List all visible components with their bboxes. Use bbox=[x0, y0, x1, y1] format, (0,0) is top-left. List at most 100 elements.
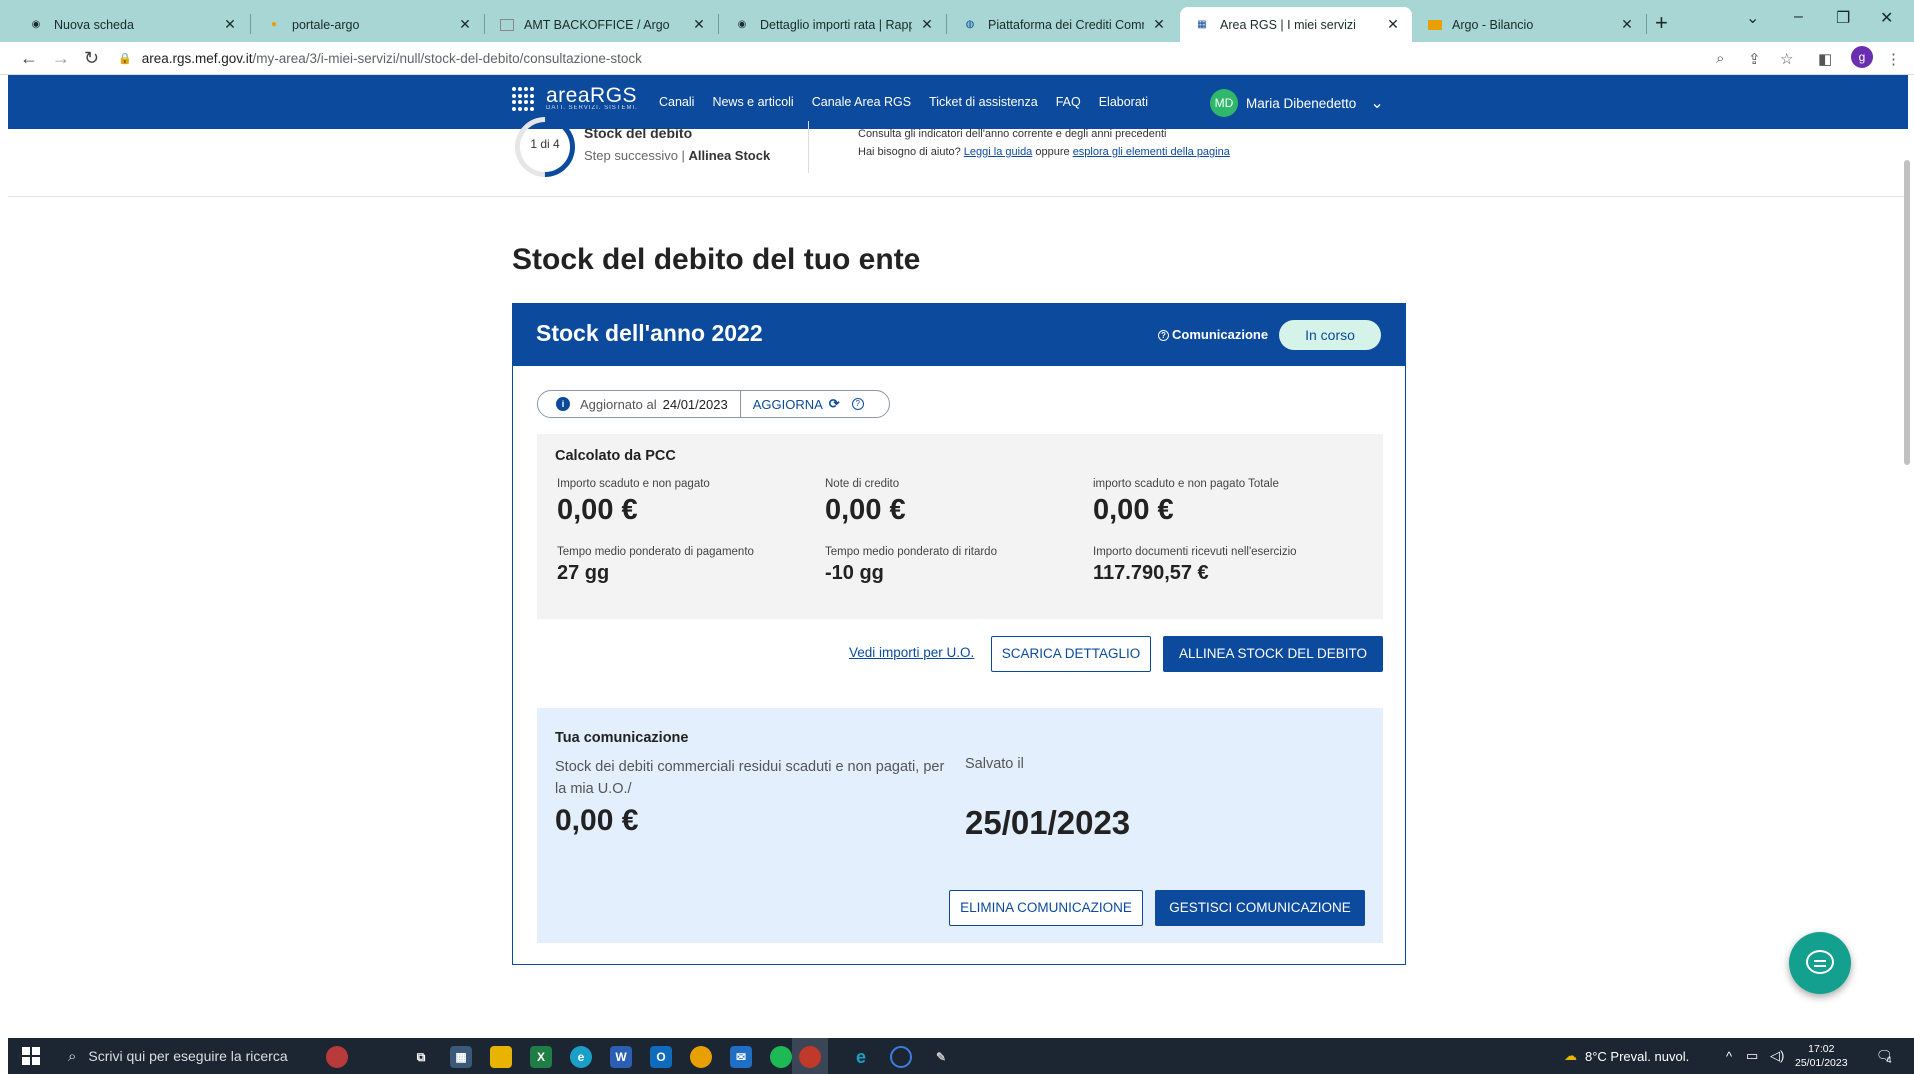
url-field[interactable]: 🔒 area.rgs.mef.gov.it/my-area/3/i-miei-s… bbox=[118, 42, 642, 75]
profile-avatar[interactable]: g bbox=[1851, 46, 1873, 68]
menu-item-news[interactable]: News e articoli bbox=[712, 95, 793, 109]
browser-tab[interactable]: ◉ Nuova scheda ✕ bbox=[14, 7, 249, 42]
metric-tempo-pagamento: Tempo medio ponderato di pagamento 27 gg bbox=[557, 546, 754, 584]
windows-start-icon[interactable] bbox=[22, 1047, 40, 1065]
spotify-icon[interactable] bbox=[770, 1046, 792, 1068]
chat-button[interactable] bbox=[1789, 932, 1851, 994]
arearg-logo[interactable]: areaRGS DATI. SERVIZI. SISTEMI. bbox=[512, 84, 638, 111]
close-icon[interactable]: ✕ bbox=[1618, 16, 1636, 33]
updated-date: 24/01/2023 bbox=[662, 396, 728, 412]
browser-tab[interactable]: AMT BACKOFFICE / Argo ✕ bbox=[486, 7, 718, 42]
tab-title: Argo - Bilancio bbox=[1452, 17, 1534, 32]
taskbar-clock[interactable]: 17:02 25/01/2023 bbox=[1795, 1042, 1848, 1070]
windows-taskbar: ⌕ Scrivi qui per eseguire la ricerca ⧉ ▦… bbox=[8, 1038, 1914, 1074]
close-window-button[interactable]: ✕ bbox=[1880, 8, 1893, 28]
notifications-icon[interactable]: 🗨 4 bbox=[1876, 1038, 1893, 1074]
comunicazione-description: Stock dei debiti commerciali residui sca… bbox=[555, 759, 945, 797]
user-menu[interactable]: MD Maria Dibenedetto ⌄ bbox=[1210, 89, 1384, 117]
chrome-icon[interactable] bbox=[690, 1046, 712, 1068]
comunicazione-status-label[interactable]: ? Comunicazione bbox=[1158, 327, 1268, 342]
restore-button[interactable]: ❐ bbox=[1836, 8, 1850, 28]
excel-icon[interactable]: X bbox=[530, 1046, 552, 1068]
tab-title: Piattaforma dei Crediti Commerc bbox=[988, 17, 1144, 32]
menu-item-elaborati[interactable]: Elaborati bbox=[1099, 95, 1148, 109]
weather-widget[interactable]: ☁ 8°C Preval. nuvol. bbox=[1564, 1038, 1689, 1074]
zoom-icon[interactable]: ⌕ bbox=[1716, 50, 1724, 67]
menu-item-faq[interactable]: FAQ bbox=[1056, 95, 1081, 109]
align-stock-button[interactable]: ALLINEA STOCK DEL DEBITO bbox=[1163, 636, 1383, 672]
refresh-icon[interactable]: ⟳ bbox=[829, 396, 840, 412]
menu-dots-icon[interactable]: ⋮ bbox=[1886, 50, 1901, 68]
forward-arrow-icon[interactable]: → bbox=[52, 48, 70, 69]
tab-title: Nuova scheda bbox=[54, 17, 134, 32]
metric-documenti-ricevuti: Importo documenti ricevuti nell'esercizi… bbox=[1093, 546, 1297, 584]
search-icon: ⌕ bbox=[68, 1047, 77, 1065]
browser-tab-active[interactable]: ▦ Area RGS | I miei servizi ✕ bbox=[1180, 7, 1412, 42]
word-icon[interactable]: W bbox=[610, 1046, 632, 1068]
site-header: areaRGS DATI. SERVIZI. SISTEMI. Canali N… bbox=[8, 75, 1908, 129]
main-menu: Canali News e articoli Canale Area RGS T… bbox=[659, 75, 1166, 129]
manage-comunicazione-button[interactable]: GESTISCI COMUNICAZIONE bbox=[1155, 890, 1365, 926]
mail-icon[interactable]: ✉ bbox=[730, 1046, 752, 1068]
logo-text: areaRGS bbox=[546, 84, 638, 107]
menu-item-ticket[interactable]: Ticket di assistenza bbox=[929, 95, 1038, 109]
back-arrow-icon[interactable]: ← bbox=[20, 48, 38, 69]
step-info: Consulta gli indicatori dell'anno corren… bbox=[858, 125, 1230, 161]
new-tab-button[interactable]: + bbox=[1655, 10, 1668, 36]
search-highlight-icon[interactable] bbox=[326, 1046, 348, 1068]
close-icon[interactable]: ✕ bbox=[1150, 16, 1168, 33]
volume-icon[interactable]: ◁) bbox=[1770, 1038, 1784, 1074]
reload-icon[interactable]: ↻ bbox=[84, 48, 99, 69]
internet-explorer-icon[interactable]: e bbox=[850, 1046, 872, 1068]
browser-tab[interactable]: ● portale-argo ✕ bbox=[252, 7, 484, 42]
bookmark-star-icon[interactable]: ☆ bbox=[1780, 50, 1793, 68]
status-badge: In corso bbox=[1279, 320, 1381, 350]
tab-search-icon[interactable]: ⌄ bbox=[1746, 8, 1759, 28]
browser-tab[interactable]: ◍ Piattaforma dei Crediti Commerc ✕ bbox=[948, 7, 1178, 42]
task-view-icon[interactable]: ⧉ bbox=[410, 1046, 432, 1068]
explore-elements-link[interactable]: esplora gli elementi della pagina bbox=[1073, 146, 1230, 158]
edge-icon[interactable]: e bbox=[570, 1046, 592, 1068]
card-header: Stock dell'anno 2022 ? Comunicazione In c… bbox=[513, 304, 1405, 366]
refresh-button[interactable]: AGGIORNA bbox=[753, 397, 823, 412]
file-explorer-icon[interactable] bbox=[490, 1046, 512, 1068]
calculator-icon[interactable]: ▦ bbox=[450, 1046, 472, 1068]
close-icon[interactable]: ✕ bbox=[456, 16, 474, 33]
outlook-icon[interactable]: O bbox=[650, 1046, 672, 1068]
close-icon[interactable]: ✕ bbox=[1384, 16, 1402, 33]
page-scrollbar[interactable] bbox=[1904, 160, 1910, 465]
card-title: Stock dell'anno 2022 bbox=[536, 320, 763, 346]
accessibility-icon[interactable] bbox=[890, 1046, 912, 1068]
chrome-profile-icon[interactable] bbox=[799, 1046, 821, 1068]
menu-item-canale-area-rgs[interactable]: Canale Area RGS bbox=[812, 95, 911, 109]
menu-item-canali[interactable]: Canali bbox=[659, 95, 694, 109]
argo-favicon-icon: ● bbox=[270, 19, 278, 30]
close-icon[interactable]: ✕ bbox=[918, 16, 936, 33]
divider bbox=[808, 121, 809, 173]
delete-comunicazione-button[interactable]: ELIMINA COMUNICAZIONE bbox=[949, 890, 1143, 926]
close-icon[interactable]: ✕ bbox=[221, 16, 239, 33]
paint-icon[interactable]: ✎ bbox=[930, 1046, 952, 1068]
cloud-icon: ☁ bbox=[1564, 1048, 1577, 1063]
step-counter: 1 di 4 bbox=[530, 137, 560, 151]
pcc-title: Calcolato da PCC bbox=[555, 448, 676, 464]
logo-dots-icon bbox=[512, 87, 536, 111]
help-icon[interactable]: ? bbox=[851, 398, 864, 410]
close-icon[interactable]: ✕ bbox=[690, 16, 708, 33]
download-detail-button[interactable]: SCARICA DETTAGLIO bbox=[991, 636, 1151, 672]
minimize-button[interactable]: – bbox=[1794, 8, 1803, 26]
metric-scaduto-totale: importo scaduto e non pagato Totale 0,00… bbox=[1093, 478, 1279, 526]
chat-bubble-icon bbox=[1806, 950, 1834, 974]
vedi-importi-uo-link[interactable]: Vedi importi per U.O. bbox=[849, 645, 974, 660]
browser-tab[interactable]: ◉ Dettaglio importi rata | Rapporti ✕ bbox=[720, 7, 946, 42]
tab-title: AMT BACKOFFICE / Argo bbox=[524, 17, 670, 32]
network-icon[interactable]: ▭ bbox=[1746, 1038, 1758, 1074]
share-icon[interactable]: ⇪ bbox=[1748, 50, 1761, 68]
lock-icon: 🔒 bbox=[118, 53, 132, 65]
url-host: area.rgs.mef.gov.it bbox=[141, 51, 253, 66]
guide-link[interactable]: Leggi la guida bbox=[964, 146, 1033, 158]
metric-note-credito: Note di credito 0,00 € bbox=[825, 478, 906, 526]
tray-chevron-icon[interactable]: ^ bbox=[1726, 1038, 1732, 1074]
browser-tab[interactable]: Argo - Bilancio ✕ bbox=[1414, 7, 1646, 42]
side-panel-icon[interactable]: ◧ bbox=[1818, 50, 1832, 68]
